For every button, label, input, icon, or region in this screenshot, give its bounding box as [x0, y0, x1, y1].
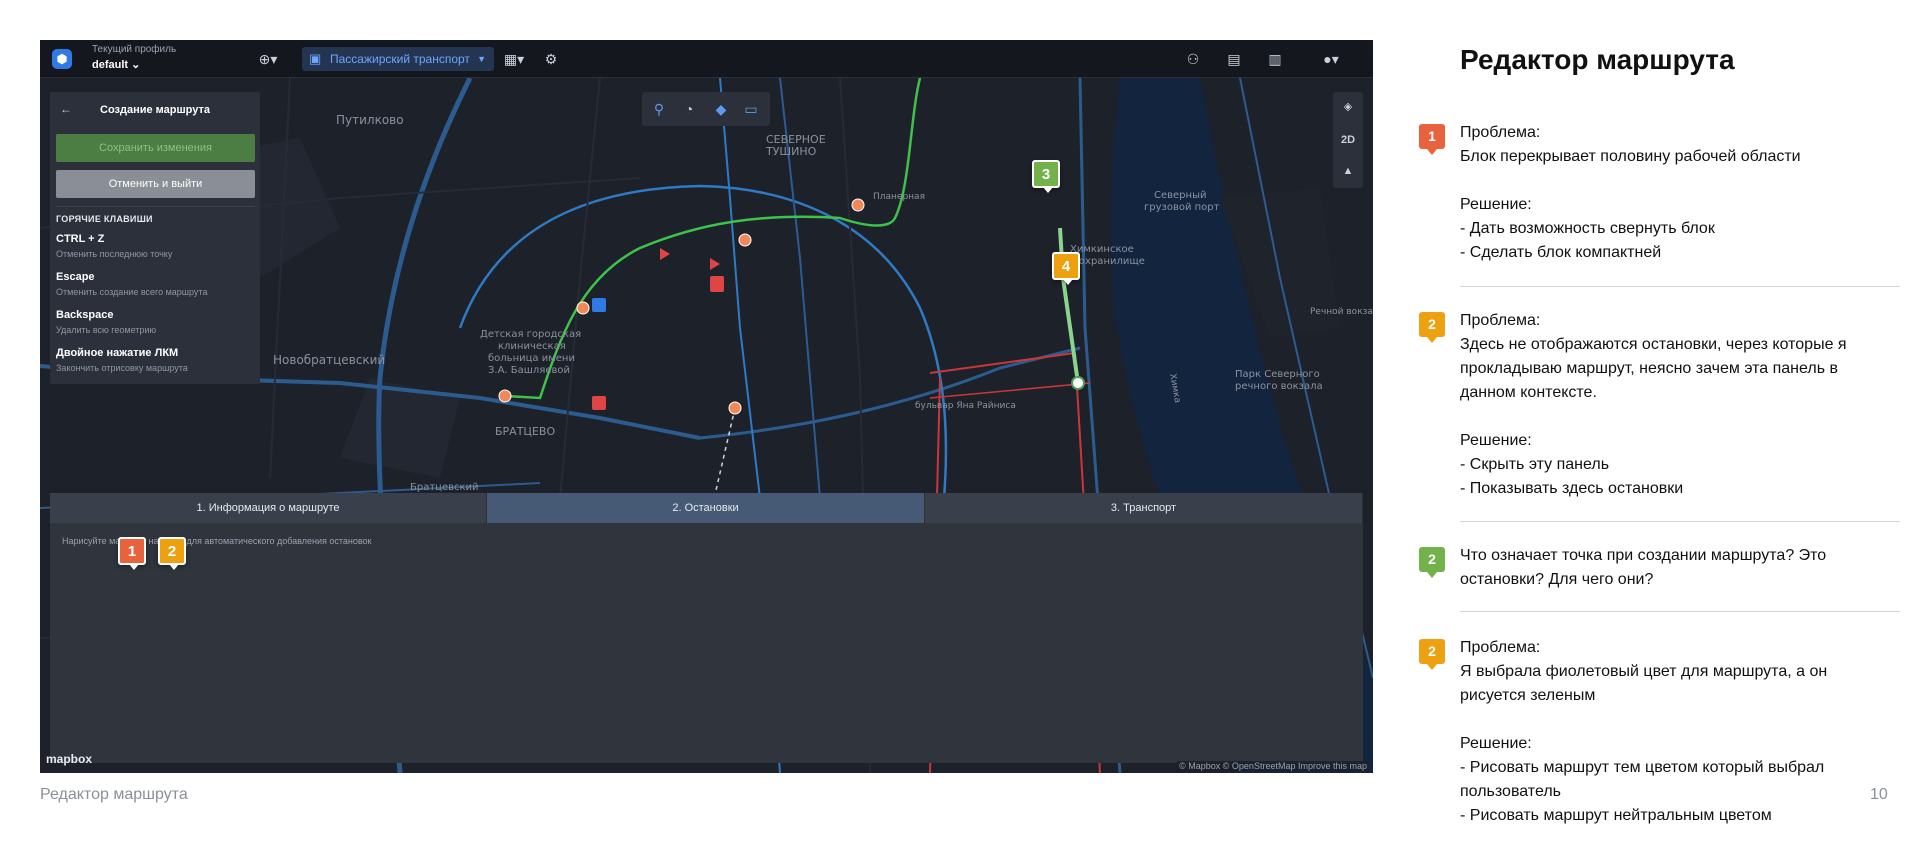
note-line: Блок перекрывает половину рабочей област… [1460, 148, 1801, 165]
profile-label: Текущий профиль [92, 44, 177, 55]
routes-icon[interactable]: ⚙ [540, 49, 562, 69]
route-details-panel: 1. Информация о маршруте 2. Остановки 3.… [50, 493, 1363, 763]
svg-text:Новобратцевский: Новобратцевский [273, 353, 385, 367]
svg-text:БРАТЦЕВО: БРАТЦЕВО [495, 425, 555, 438]
svg-text:клиническая: клиническая [498, 341, 566, 352]
note-line: Что означает точка при создании маршрута… [1460, 547, 1827, 564]
note-line: Проблема: [1460, 124, 1541, 141]
svg-text:бульвар Яна Райниса: бульвар Яна Райниса [915, 401, 1016, 411]
hotkeys-heading: ГОРЯЧИЕ КЛАВИШИ [56, 214, 153, 224]
compass-icon[interactable]: ▲ [1333, 156, 1363, 186]
hotkey-key: Backspace [56, 309, 114, 321]
note-line: - Показывать здесь остановки [1460, 480, 1684, 497]
hotkey-desc: Удалить всю геометрию [56, 325, 157, 335]
cancel-exit-button[interactable]: Отменить и выйти [56, 170, 255, 198]
map-controls: ◈ 2D ▲ [1333, 92, 1363, 188]
note-line: Решение: [1460, 735, 1532, 752]
svg-text:ТУШИНО: ТУШИНО [765, 145, 817, 158]
note-line: рисуется зеленым [1460, 687, 1596, 704]
app-screenshot: Путилково Новобратцевский БРАТЦЕВО МИТИН… [40, 40, 1373, 773]
tab-transport[interactable]: 3. Транспорт [925, 493, 1363, 523]
archive-icon[interactable]: ▤ [1223, 49, 1245, 69]
note-badge: 1 [1419, 124, 1445, 155]
svg-text:Планерная: Планерная [873, 192, 925, 202]
note-line: Решение: [1460, 196, 1532, 213]
chevron-down-icon: ▼ [477, 54, 486, 64]
hotkey-desc: Отменить последнюю точку [56, 249, 173, 259]
tab-stops[interactable]: 2. Остановки [487, 493, 925, 523]
note-badge: 2 [1419, 547, 1445, 578]
bus-icon: ▣ [309, 51, 322, 66]
note-line: пользователь [1460, 783, 1561, 800]
svg-text:З.А. Башляевой: З.А. Башляевой [488, 365, 570, 376]
note-line: прокладываю маршрут, неясно зачем эта па… [1460, 360, 1838, 377]
note-line: Здесь не отображаются остановки, через к… [1460, 336, 1847, 353]
note-divider [1460, 286, 1900, 287]
route-draw-icon[interactable]: ⚲ [648, 99, 670, 119]
users-icon[interactable]: ⚇ [1182, 49, 1204, 69]
note-badge: 2 [1419, 639, 1445, 670]
note-line: данном контексте. [1460, 384, 1597, 401]
hotkey-key: Двойное нажатие ЛКМ [56, 347, 179, 359]
svg-text:Путилково: Путилково [336, 113, 404, 127]
annotation-marker-1: 1 [118, 537, 146, 570]
hotkey-desc: Отменить создание всего маршрута [56, 287, 208, 297]
panel-title: Создание маршрута [100, 104, 210, 116]
footer-title: Редактор маршрута [40, 786, 188, 803]
transport-type-label: Пассажирский транспорт [330, 52, 470, 66]
layers-icon[interactable]: ◈ [1333, 92, 1363, 122]
note-line: - Скрыть эту панель [1460, 456, 1610, 473]
svg-text:Парк Северного: Парк Северного [1235, 369, 1320, 380]
note-line: - Рисовать маршрут тем цветом который вы… [1460, 759, 1825, 776]
svg-text:Северный: Северный [1154, 190, 1206, 201]
view-2d-button[interactable]: 2D [1333, 125, 1363, 155]
divider [56, 206, 255, 207]
route-creation-panel: ← Создание маршрута Сохранить изменения … [50, 92, 260, 384]
clipboard-icon[interactable]: ▥ [1264, 49, 1286, 69]
annotation-marker-2: 2 [158, 537, 186, 570]
note-line: - Сделать блок компактней [1460, 244, 1662, 261]
svg-text:больница имени: больница имени [488, 353, 575, 364]
map-toolbar: ⚲ ◔ ◆ ▭ [642, 92, 770, 126]
user-avatar-icon[interactable]: ●▾ [1316, 49, 1346, 69]
app-logo-icon[interactable]: ⬢ [52, 49, 72, 69]
note-divider [1460, 611, 1900, 612]
transport-type-select[interactable]: ▣ Пассажирский транспорт ▼ [302, 47, 494, 71]
notes-title: Редактор маршрута [1460, 44, 1735, 75]
annotation-marker-3: 3 [1032, 160, 1060, 193]
layout-grid-icon[interactable]: ▦▾ [503, 49, 525, 69]
globe-icon[interactable]: ⊕▾ [257, 49, 279, 69]
speedometer-icon[interactable]: ◔ [678, 99, 700, 119]
page-number: 10 [1870, 786, 1888, 803]
hotkey-desc: Закончить отрисовку маршрута [56, 363, 188, 373]
note-line: - Дать возможность свернуть блок [1460, 220, 1715, 237]
mapbox-logo: mapbox [46, 752, 93, 766]
note-divider [1460, 521, 1900, 522]
note-line: остановки? Для чего они? [1460, 571, 1654, 588]
note-badge: 2 [1419, 312, 1445, 343]
svg-text:Братцевский: Братцевский [410, 482, 479, 493]
note-line: Решение: [1460, 432, 1532, 449]
svg-text:речного вокзала: речного вокзала [1235, 381, 1323, 392]
note-line: Проблема: [1460, 639, 1541, 656]
diamond-icon[interactable]: ◆ [710, 99, 732, 119]
top-bar: ⬢ Текущий профиль default ⌄ ⊕▾ ▣ Пассажи… [40, 40, 1373, 78]
note-line: Я выбрала фиолетовый цвет для маршрута, … [1460, 663, 1828, 680]
note-line: - Рисовать маршрут нейтральным цветом [1460, 807, 1772, 824]
profile-selector[interactable]: default ⌄ [92, 58, 140, 71]
annotation-marker-4: 4 [1052, 252, 1080, 285]
svg-text:грузовой порт: грузовой порт [1144, 202, 1220, 213]
stops-hint-text: Нарисуйте маршрут на карте для автоматич… [62, 536, 372, 546]
hotkey-key: CTRL + Z [56, 233, 105, 245]
note-line: Проблема: [1460, 312, 1541, 329]
tab-route-info[interactable]: 1. Информация о маршруте [50, 493, 487, 523]
bus-stop-icon[interactable]: ▭ [740, 99, 762, 119]
svg-text:Речной вокзал: Речной вокзал [1310, 307, 1373, 317]
save-changes-button[interactable]: Сохранить изменения [56, 134, 255, 162]
hotkey-key: Escape [56, 271, 95, 283]
map-attribution[interactable]: © Mapbox © OpenStreetMap Improve this ma… [1177, 761, 1369, 771]
svg-text:Детская городская: Детская городская [480, 329, 581, 340]
